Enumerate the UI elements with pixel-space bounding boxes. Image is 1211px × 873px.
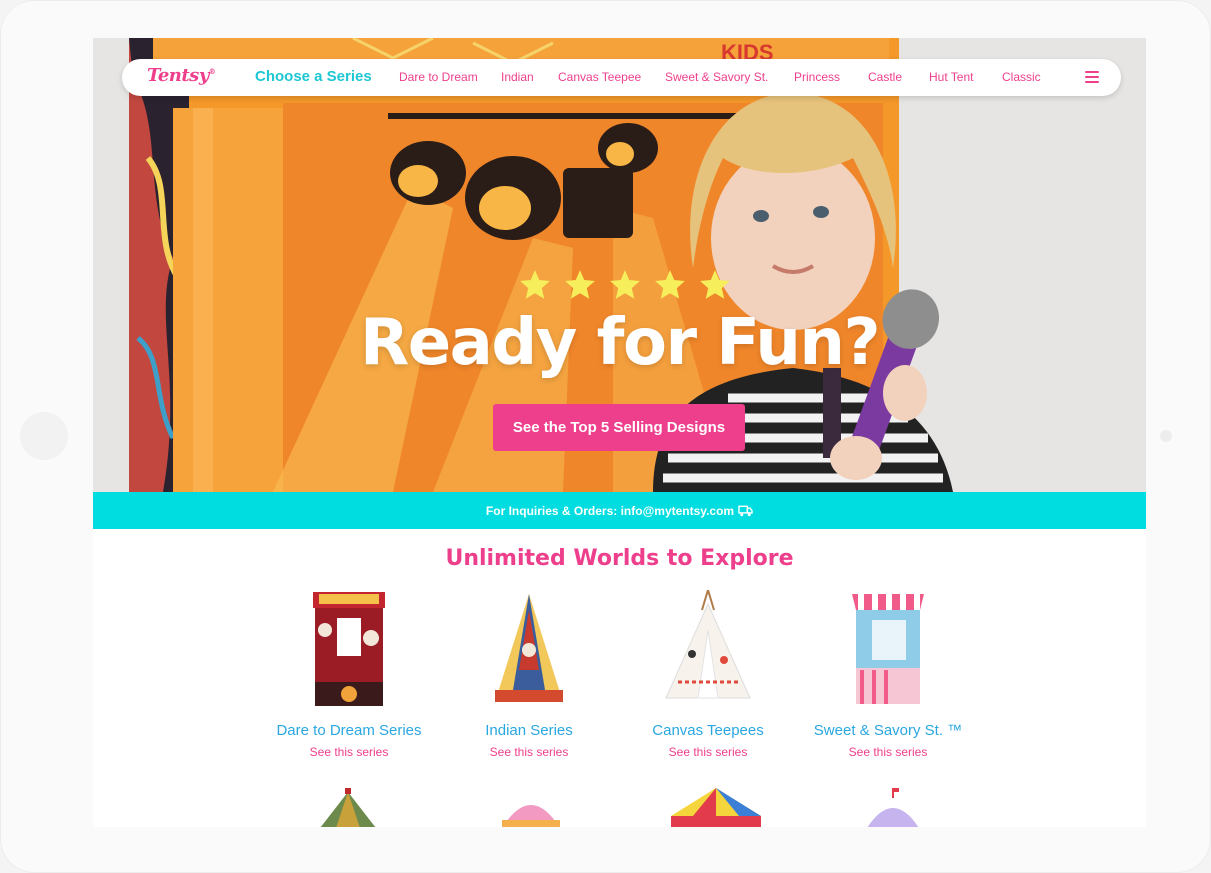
- choose-series-link[interactable]: Choose a Series: [255, 68, 372, 85]
- inquiry-bar: For Inquiries & Orders: info@mytentsy.co…: [93, 492, 1146, 529]
- series-card-sweet-savory[interactable]: Sweet & Savory St. ™ See this series: [798, 590, 978, 759]
- indian-teepee-image[interactable]: [439, 590, 619, 712]
- series-name[interactable]: Sweet & Savory St. ™: [798, 722, 978, 739]
- see-series-link[interactable]: See this series: [439, 745, 619, 759]
- canvas-teepee-image[interactable]: [618, 590, 798, 712]
- truck-icon: [738, 505, 753, 516]
- star-icon: [700, 270, 730, 299]
- series-name[interactable]: Canvas Teepees: [618, 722, 798, 739]
- hero-headline: Ready for Fun?: [359, 306, 881, 380]
- hut-tent-preview[interactable]: [671, 788, 761, 827]
- sweet-savory-image[interactable]: [798, 590, 978, 712]
- nav-link-classic[interactable]: Classic: [1002, 70, 1041, 84]
- hero-section: KIDS Tentsy® Choose a Series Dare to Dre…: [93, 38, 1146, 492]
- website-screen: KIDS Tentsy® Choose a Series Dare to Dre…: [93, 38, 1146, 827]
- star-icon: [565, 270, 595, 299]
- series-card-indian[interactable]: Indian Series See this series: [439, 590, 619, 759]
- tentsy-logo[interactable]: Tentsy®: [147, 65, 216, 86]
- see-series-link[interactable]: See this series: [618, 745, 798, 759]
- hamburger-icon[interactable]: [1085, 71, 1099, 83]
- series-name[interactable]: Dare to Dream Series: [259, 722, 439, 739]
- top-designs-button[interactable]: See the Top 5 Selling Designs: [493, 404, 745, 451]
- princess-tent-preview[interactable]: [318, 788, 378, 827]
- star-icon: [520, 270, 550, 299]
- inquiry-text[interactable]: For Inquiries & Orders: info@mytentsy.co…: [486, 504, 734, 518]
- nav-link-dare-to-dream[interactable]: Dare to Dream: [399, 70, 478, 84]
- classic-tent-preview[interactable]: [861, 788, 925, 827]
- rating-stars: [518, 268, 732, 302]
- section-title: Unlimited Worlds to Explore: [445, 546, 794, 571]
- series-name[interactable]: Indian Series: [439, 722, 619, 739]
- see-series-link[interactable]: See this series: [259, 745, 439, 759]
- castle-tent-preview[interactable]: [498, 788, 564, 827]
- top-navbar: Tentsy® Choose a Series Dare to Dream In…: [122, 59, 1121, 96]
- nav-link-canvas-teepee[interactable]: Canvas Teepee: [558, 70, 641, 84]
- nav-link-indian[interactable]: Indian: [501, 70, 534, 84]
- series-card-canvas-teepees[interactable]: Canvas Teepees See this series: [618, 590, 798, 759]
- nav-link-hut-tent[interactable]: Hut Tent: [929, 70, 973, 84]
- nav-link-sweet-savory[interactable]: Sweet & Savory St.: [665, 70, 768, 84]
- see-series-link[interactable]: See this series: [798, 745, 978, 759]
- dare-to-dream-image[interactable]: [259, 590, 439, 712]
- carousel-next-dot[interactable]: [1160, 430, 1172, 442]
- nav-link-princess[interactable]: Princess: [794, 70, 840, 84]
- star-icon: [655, 270, 685, 299]
- nav-link-castle[interactable]: Castle: [868, 70, 902, 84]
- carousel-prev-dot[interactable]: [20, 412, 68, 460]
- series-card-dare-to-dream[interactable]: Dare to Dream Series See this series: [259, 590, 439, 759]
- star-icon: [610, 270, 640, 299]
